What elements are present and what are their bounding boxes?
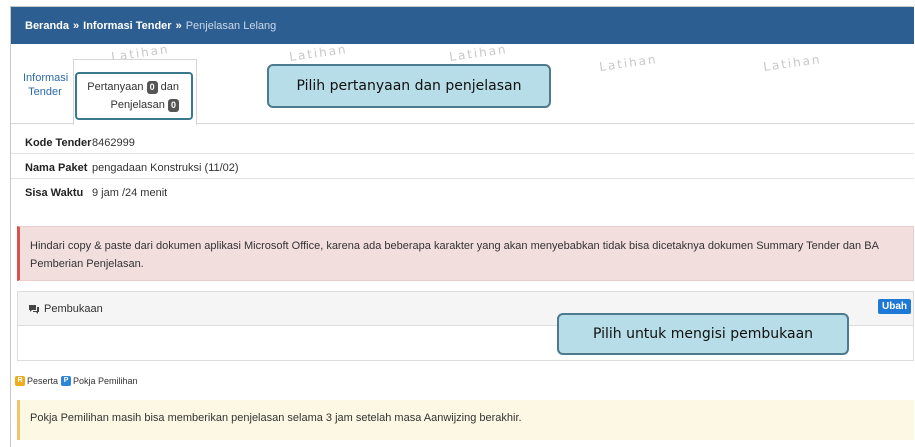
alert-info-aanwijzing: Pokja Pemilihan masih bisa memberikan pe…	[17, 400, 914, 440]
breadcrumb-home[interactable]: Beranda	[25, 20, 69, 32]
panel-title: Pembukaan	[44, 302, 103, 315]
penjelasan-count-badge: 0	[167, 99, 179, 112]
tab-label: dan	[160, 81, 179, 93]
legend-label: Pokja Pemilihan	[73, 376, 138, 386]
comments-icon	[29, 304, 39, 314]
breadcrumb-separator: »	[175, 19, 182, 32]
tab-label: Pertanyaan	[87, 81, 144, 93]
ubah-button[interactable]: Ubah	[878, 299, 911, 314]
detail-value: 9 jam /24 menit	[92, 187, 168, 199]
detail-label: Nama Paket	[25, 161, 88, 174]
detail-value: 8462999	[92, 136, 135, 149]
detail-value: pengadaan Konstruksi (11/02)	[92, 161, 239, 174]
breadcrumb: Beranda » Informasi Tender » Penjelasan …	[11, 7, 914, 44]
breadcrumb-informasi-tender[interactable]: Informasi Tender	[83, 20, 171, 32]
tab-informasi-tender[interactable]: Informasi Tender	[23, 71, 69, 99]
detail-row-nama: Nama Paket pengadaan Konstruksi (11/02)	[11, 157, 914, 179]
callout-text: Pilih untuk mengisi pembukaan	[592, 326, 814, 342]
watermark: Latihan	[762, 51, 823, 75]
tabs-bar: Latihan Latihan Latihan Latihan Latihan …	[11, 41, 914, 125]
tab-label: Penjelasan	[110, 99, 165, 111]
detail-row-kode: Kode Tender 8462999	[11, 132, 914, 154]
detail-row-sisa: Sisa Waktu 9 jam /24 menit	[11, 182, 914, 204]
tab-label: Tender	[28, 86, 62, 98]
legend-label: Peserta	[27, 376, 59, 386]
pertanyaan-count-badge: 0	[146, 81, 158, 94]
watermark: Latihan	[448, 41, 509, 65]
breadcrumb-current: Penjelasan Lelang	[185, 19, 277, 32]
detail-label: Kode Tender	[25, 136, 92, 149]
detail-label: Sisa Waktu	[25, 187, 84, 199]
callout-pembukaan-hint: Pilih untuk mengisi pembukaan	[557, 313, 849, 355]
tab-label: Informasi	[23, 72, 69, 84]
legend: R Peserta P Pokja Pemilihan	[15, 376, 138, 386]
callout-tab-hint: Pilih pertanyaan dan penjelasan	[267, 64, 551, 108]
watermark: Latihan	[288, 41, 349, 65]
page-frame: Beranda » Informasi Tender » Penjelasan …	[10, 6, 914, 447]
alert-warning-copy-paste: Hindari copy & paste dari dokumen aplika…	[17, 226, 914, 281]
breadcrumb-separator: »	[73, 19, 80, 32]
watermark: Latihan	[598, 51, 659, 75]
callout-text: Pilih pertanyaan dan penjelasan	[296, 78, 522, 94]
tab-pertanyaan-penjelasan-label[interactable]: Pertanyaan 0 dan Penjelasan 0	[77, 78, 189, 114]
pokja-marker-icon: P	[61, 376, 72, 386]
peserta-marker-icon: R	[15, 376, 25, 386]
